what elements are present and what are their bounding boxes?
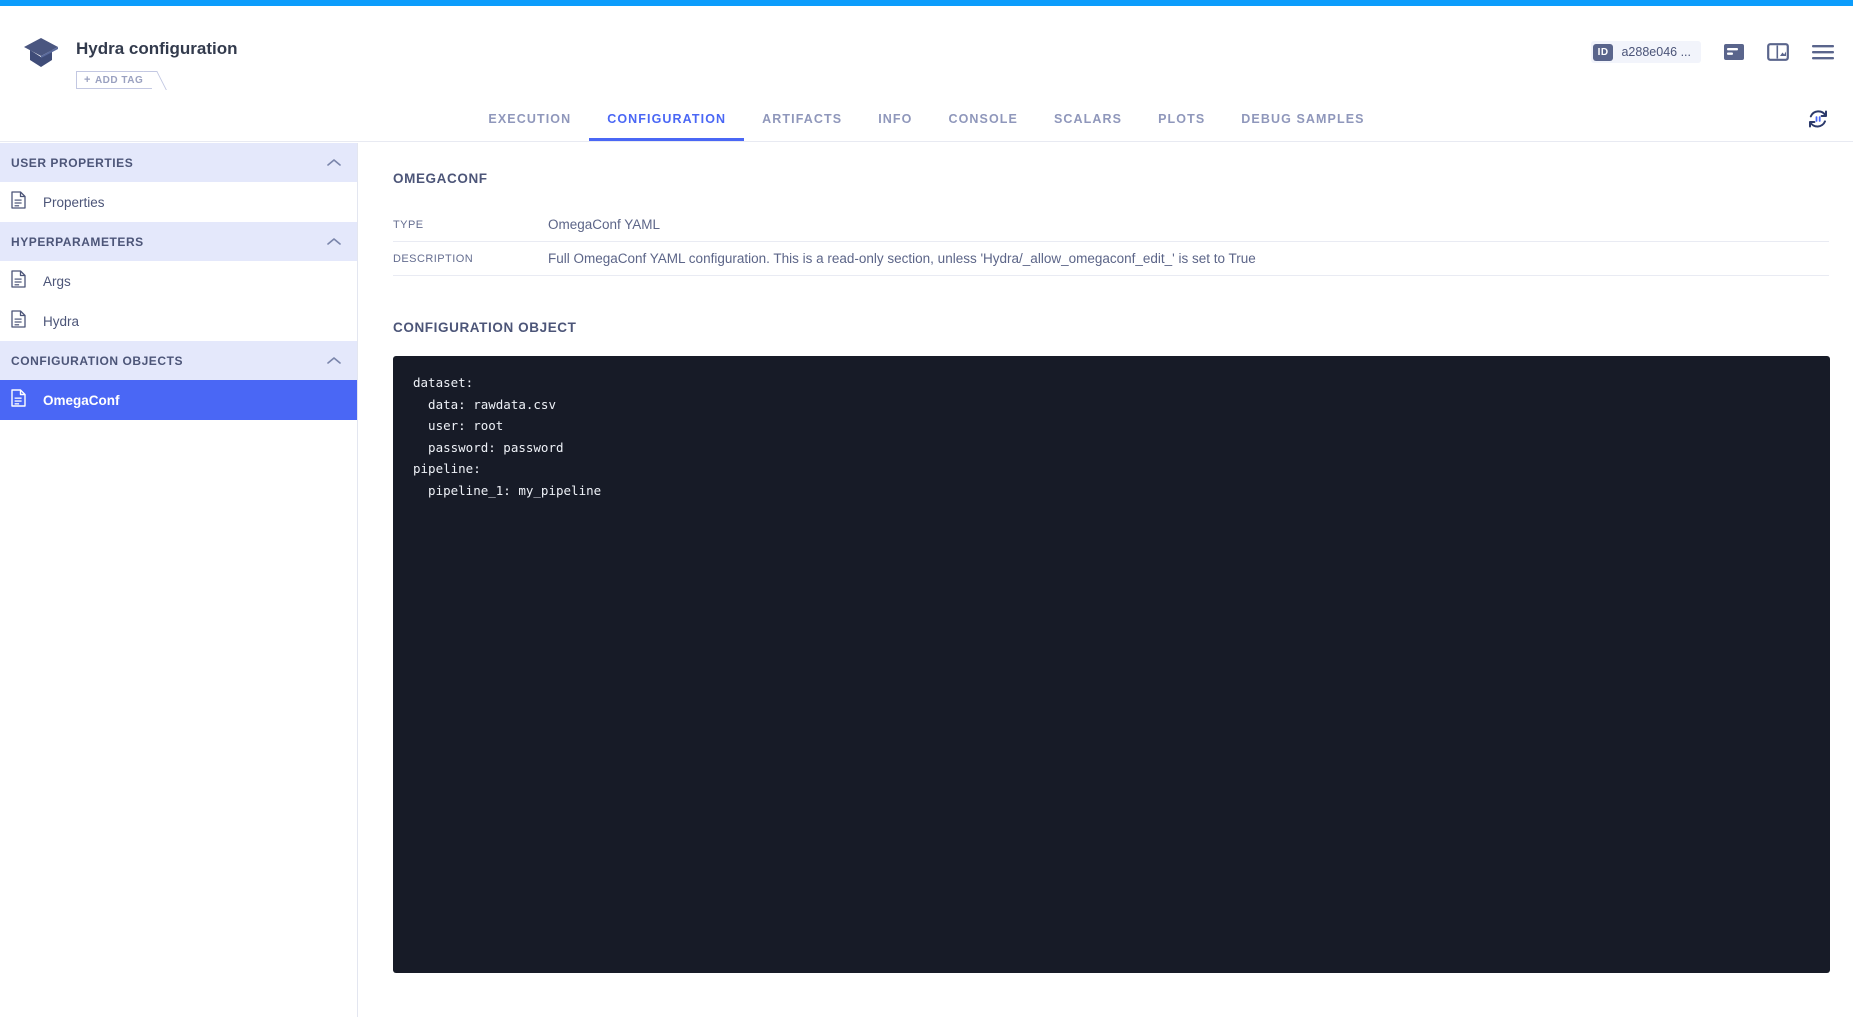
header-actions: ID a288e046 ... (1590, 41, 1835, 63)
tab-artifacts[interactable]: ARTIFACTS (744, 112, 860, 141)
file-icon (11, 388, 26, 412)
graduation-cap-icon (22, 36, 60, 70)
image-panel-icon[interactable] (1767, 42, 1789, 62)
sidebar-section-user-properties[interactable]: USER PROPERTIES (0, 143, 357, 182)
sidebar-item-label: OmegaConf (43, 392, 120, 408)
property-value: OmegaConf YAML (548, 217, 661, 232)
sidebar-item-args[interactable]: Args (0, 261, 357, 301)
tab-debug-samples[interactable]: DEBUG SAMPLES (1223, 112, 1382, 141)
chevron-up-icon[interactable] (327, 352, 341, 370)
chevron-up-icon[interactable] (327, 154, 341, 172)
app-header: Hydra configuration + ADD TAG ID a288e04… (0, 6, 1853, 98)
sidebar: USER PROPERTIES Properties HYPERPARAMETE… (0, 143, 358, 1017)
file-icon (11, 309, 26, 333)
sidebar-section-configuration-objects[interactable]: CONFIGURATION OBJECTS (0, 341, 357, 380)
tab-list: EXECUTION CONFIGURATION ARTIFACTS INFO C… (470, 97, 1382, 141)
sidebar-section-label: USER PROPERTIES (11, 155, 134, 170)
sidebar-item-label: Properties (43, 194, 105, 210)
sidebar-section-hyperparameters[interactable]: HYPERPARAMETERS (0, 222, 357, 261)
table-row: DESCRIPTION Full OmegaConf YAML configur… (393, 242, 1829, 276)
brand-block: Hydra configuration + ADD TAG (22, 36, 238, 89)
omegaconf-section-title: OMEGACONF (393, 171, 488, 186)
sidebar-item-label: Hydra (43, 313, 80, 329)
file-icon (11, 269, 26, 293)
property-key: DESCRIPTION (393, 252, 474, 265)
tab-scalars[interactable]: SCALARS (1036, 112, 1140, 141)
page-title: Hydra configuration (76, 39, 238, 58)
file-icon (11, 190, 26, 214)
table-row: TYPE OmegaConf YAML (393, 208, 1829, 242)
add-tag-label: ADD TAG (94, 74, 144, 86)
sidebar-item-properties[interactable]: Properties (0, 182, 357, 222)
properties-table: TYPE OmegaConf YAML DESCRIPTION Full Ome… (393, 208, 1829, 276)
experiment-id-chip[interactable]: ID a288e046 ... (1590, 41, 1701, 63)
yaml-code: dataset: data: rawdata.csv user: root pa… (413, 375, 602, 498)
property-value: Full OmegaConf YAML configuration. This … (548, 251, 1256, 266)
configuration-object-title: CONFIGURATION OBJECT (393, 320, 577, 335)
add-tag-button[interactable]: + ADD TAG (76, 71, 153, 89)
sidebar-item-hydra[interactable]: Hydra (0, 301, 357, 341)
main-content: OMEGACONF TYPE OmegaConf YAML DESCRIPTIO… (359, 143, 1853, 1017)
sidebar-section-label: CONFIGURATION OBJECTS (11, 353, 183, 368)
tab-console[interactable]: CONSOLE (930, 112, 1036, 141)
details-panel-icon[interactable] (1723, 42, 1745, 62)
experiment-id-value: a288e046 ... (1621, 45, 1691, 59)
property-key: TYPE (393, 218, 424, 231)
sidebar-item-omegaconf[interactable]: OmegaConf (0, 380, 357, 420)
auto-refresh-paused-icon[interactable] (1805, 106, 1831, 137)
configuration-object-code-block[interactable]: dataset: data: rawdata.csv user: root pa… (393, 356, 1830, 973)
id-badge-label: ID (1592, 43, 1614, 61)
tab-plots[interactable]: PLOTS (1140, 112, 1223, 141)
sidebar-item-label: Args (43, 273, 71, 289)
plus-icon: + (84, 74, 91, 86)
tab-info[interactable]: INFO (860, 112, 930, 141)
tab-bar: EXECUTION CONFIGURATION ARTIFACTS INFO C… (0, 98, 1853, 142)
hamburger-menu-icon[interactable] (1811, 43, 1835, 61)
chevron-up-icon[interactable] (327, 233, 341, 251)
sidebar-section-label: HYPERPARAMETERS (11, 234, 144, 249)
tab-configuration[interactable]: CONFIGURATION (589, 112, 745, 141)
tab-execution[interactable]: EXECUTION (470, 112, 589, 141)
app-root: COMPLETED Hydra configuration + ADD TAG (0, 0, 1853, 1017)
